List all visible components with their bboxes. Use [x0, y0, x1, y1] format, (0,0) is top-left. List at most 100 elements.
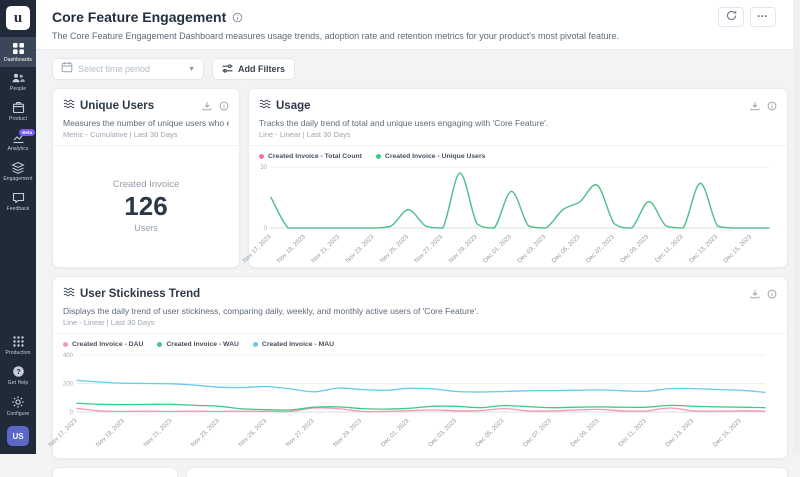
info-icon[interactable]	[767, 289, 777, 299]
card-title: Unique Users	[80, 100, 154, 112]
legend-item[interactable]: Created Invoice - Total Count	[259, 153, 362, 160]
refresh-button[interactable]	[718, 7, 744, 27]
title-info-icon[interactable]	[232, 12, 243, 23]
sidebar-item-label: Get Help	[8, 380, 29, 386]
svg-text:Nov 17, 2023: Nov 17, 2023	[47, 417, 78, 448]
sidebar-item-dashboards[interactable]: Dashboards	[0, 37, 36, 67]
svg-text:Dec 05, 2023: Dec 05, 2023	[551, 233, 582, 264]
svg-text:Nov 17, 2023: Nov 17, 2023	[241, 233, 272, 264]
svg-text:200: 200	[63, 382, 74, 388]
metric-label: Created Invoice	[113, 179, 180, 190]
ellipsis-icon: •••	[758, 14, 769, 20]
next-cards-peek	[52, 467, 788, 477]
sidebar-item-people[interactable]: People	[0, 67, 36, 96]
sidebar-item-engagement[interactable]: Engagement	[0, 156, 36, 186]
svg-text:Dec 13, 2023: Dec 13, 2023	[664, 417, 695, 448]
more-options-button[interactable]: •••	[750, 7, 776, 27]
svg-text:Nov 19, 2023: Nov 19, 2023	[276, 233, 307, 264]
card-peek-left	[52, 467, 178, 477]
sidebar-item-product[interactable]: Product	[0, 96, 36, 126]
card-meta: Line - Linear | Last 30 Days	[259, 130, 777, 139]
info-icon[interactable]	[767, 101, 777, 111]
sidebar-item-label: Production	[6, 350, 31, 356]
legend-label: Created Invoice - DAU	[72, 341, 143, 348]
engagement-icon	[11, 161, 25, 174]
sidebar-item-label: People	[10, 86, 26, 92]
legend-item[interactable]: Created Invoice - MAU	[253, 341, 334, 348]
sidebar-item-label: Dashboards	[4, 57, 32, 63]
sidebar: u Dashboards People Product Beta Analyti…	[0, 0, 36, 454]
stickiness-card: User Stickiness Trend Displays the daily…	[52, 276, 788, 459]
legend-item[interactable]: Created Invoice - WAU	[157, 341, 239, 348]
user-avatar[interactable]: US	[7, 426, 29, 446]
beta-badge: Beta	[19, 129, 35, 136]
svg-text:Dec 13, 2023: Dec 13, 2023	[688, 233, 719, 264]
svg-text:Dec 07, 2023: Dec 07, 2023	[522, 417, 553, 448]
sidebar-item-label: Configure	[7, 411, 30, 417]
card-description: Displays the daily trend of user stickin…	[63, 306, 777, 316]
dashboards-icon	[12, 42, 25, 55]
sidebar-item-label: Product	[9, 116, 27, 122]
svg-text:Dec 03, 2023: Dec 03, 2023	[516, 233, 547, 264]
dashboard-content: Unique Users Measures the number of uniq…	[36, 88, 800, 477]
svg-text:Dec 03, 2023: Dec 03, 2023	[427, 417, 458, 448]
time-period-select[interactable]: Select time period ▼	[52, 58, 204, 80]
sidebar-item-analytics[interactable]: Beta Analytics	[0, 126, 36, 156]
usage-card: Usage Tracks the daily trend of total an…	[248, 88, 788, 268]
legend-item[interactable]: Created Invoice - Unique Users	[376, 153, 485, 160]
help-icon: ?	[12, 365, 25, 378]
card-description: Tracks the daily trend of total and uniq…	[259, 118, 777, 128]
svg-text:0: 0	[264, 226, 268, 232]
scrollbar-track	[793, 0, 800, 454]
legend-dot	[376, 154, 381, 159]
svg-text:Nov 27, 2023: Nov 27, 2023	[413, 233, 444, 264]
download-icon[interactable]	[202, 101, 212, 111]
stickiness-legend: Created Invoice - DAU Created Invoice - W…	[53, 334, 787, 348]
svg-text:Nov 29, 2023: Nov 29, 2023	[448, 233, 479, 264]
feedback-icon	[12, 191, 25, 204]
sidebar-item-get-help[interactable]: ? Get Help	[0, 360, 36, 390]
page-header: Core Feature Engagement ••• The Core Fea…	[36, 0, 800, 50]
sidebar-item-production[interactable]: Production	[0, 330, 36, 360]
add-filters-label: Add Filters	[238, 64, 285, 74]
download-icon[interactable]	[750, 101, 760, 111]
page-description: The Core Feature Engagement Dashboard me…	[52, 31, 786, 41]
chart-icon	[63, 97, 75, 115]
usage-chart: 030Nov 17, 2023Nov 19, 2023Nov 21, 2023N…	[255, 162, 775, 268]
svg-text:Dec 05, 2023: Dec 05, 2023	[474, 417, 505, 448]
chart-icon	[63, 285, 75, 303]
legend-dot	[259, 154, 264, 159]
svg-text:Dec 01, 2023: Dec 01, 2023	[380, 417, 411, 448]
svg-text:Dec 15, 2023: Dec 15, 2023	[722, 233, 753, 264]
svg-text:Dec 11, 2023: Dec 11, 2023	[654, 233, 685, 264]
legend-label: Created Invoice - Unique Users	[385, 153, 485, 160]
sidebar-item-feedback[interactable]: Feedback	[0, 186, 36, 216]
svg-text:Nov 23, 2023: Nov 23, 2023	[190, 417, 221, 448]
legend-label: Created Invoice - WAU	[166, 341, 239, 348]
legend-item[interactable]: Created Invoice - DAU	[63, 341, 143, 348]
legend-dot	[253, 342, 258, 347]
svg-text:Nov 25, 2023: Nov 25, 2023	[237, 417, 268, 448]
download-icon[interactable]	[750, 289, 760, 299]
card-title: User Stickiness Trend	[80, 288, 200, 300]
avatar-initials: US	[12, 432, 23, 441]
app-logo-letter: u	[14, 10, 22, 27]
time-period-placeholder: Select time period	[78, 64, 150, 74]
app-logo[interactable]: u	[6, 6, 30, 30]
svg-text:Dec 15, 2023: Dec 15, 2023	[712, 417, 743, 448]
add-filters-button[interactable]: Add Filters	[212, 58, 295, 80]
info-icon[interactable]	[219, 101, 229, 111]
metric-block: Created Invoice 126 Users	[53, 146, 239, 266]
sidebar-item-configure[interactable]: Configure	[0, 390, 36, 421]
metric-unit: Users	[134, 223, 158, 233]
stickiness-chart: 0200400Nov 17, 2023Nov 19, 2023Nov 21, 2…	[59, 350, 771, 456]
svg-text:Dec 01, 2023: Dec 01, 2023	[482, 233, 513, 264]
filters-icon	[222, 63, 233, 76]
svg-text:400: 400	[63, 353, 74, 359]
card-meta: Metric - Cumulative | Last 30 Days	[63, 130, 229, 139]
unique-users-card: Unique Users Measures the number of uniq…	[52, 88, 240, 268]
filter-bar: Select time period ▼ Add Filters	[36, 50, 800, 88]
sidebar-item-label: Engagement	[3, 176, 32, 182]
people-icon	[11, 72, 25, 84]
chart-icon	[259, 97, 271, 115]
